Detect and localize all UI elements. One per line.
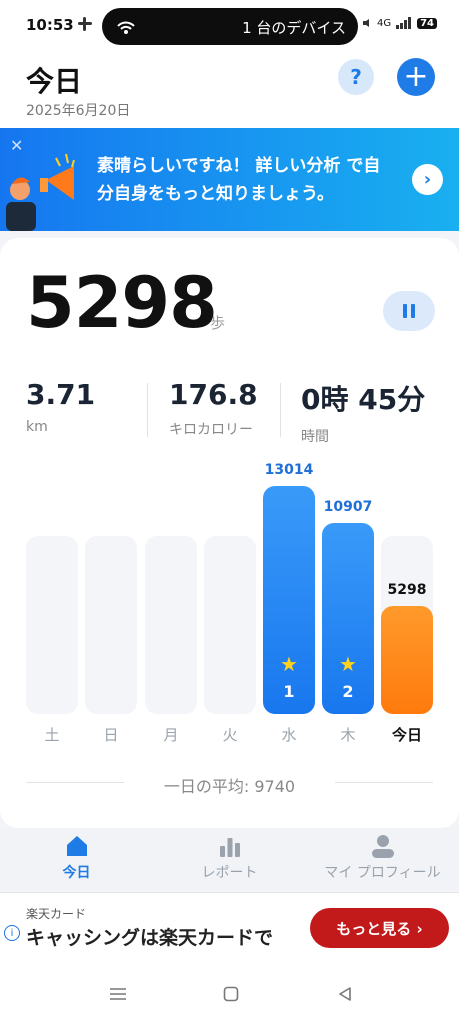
tab-report-label: レポート [201, 865, 258, 881]
network-label: 4G [376, 17, 392, 29]
page-title: 今日 [26, 65, 83, 98]
status-bar: 10:53 1 台のデバイス 4G 74 [0, 0, 459, 52]
chart-day-label: 日 [103, 726, 119, 744]
chart-day-label: 土 [44, 726, 60, 744]
home-icon [66, 836, 87, 856]
promo-banner[interactable]: ✕ 素晴らしいですね！ 詳しい分析 で自分自身をもっと知りましょう。 › [0, 128, 459, 231]
chart-rank-label: 2 [342, 682, 354, 701]
calories-value: 176.8 [169, 378, 258, 411]
header: 今日 2025年6月20日 ? + [0, 52, 459, 128]
steps-unit: 歩 [210, 314, 226, 332]
ad-brand: 楽天カード [26, 907, 87, 921]
tab-report[interactable]: レポート [153, 834, 306, 882]
pause-icon-bar [411, 304, 415, 318]
home-button-icon[interactable] [223, 986, 239, 1002]
island-text: 1 台のデバイス [242, 19, 346, 37]
chart-value-label: 10907 [323, 498, 373, 515]
banner-text: 素晴らしいですね！ 詳しい分析 で自分自身をもっと知りましょう。 [97, 156, 381, 204]
pause-button[interactable] [383, 291, 435, 331]
pause-icon [403, 304, 407, 318]
add-button[interactable]: + [397, 58, 435, 96]
divider [147, 383, 148, 437]
mute-icon [362, 19, 369, 27]
chart-bar-empty [26, 535, 78, 714]
info-icon[interactable]: i [4, 925, 20, 941]
distance-stat: 3.71 km [26, 378, 95, 435]
tab-profile[interactable]: マイ プロフィール [306, 834, 459, 882]
tab-today-label: 今日 [62, 865, 91, 881]
chart-value-label: 13014 [264, 462, 314, 478]
person-icon [371, 835, 394, 858]
chart-rank-label: 1 [283, 682, 295, 701]
system-nav-bar [0, 964, 459, 1024]
battery-icon: 74 [417, 17, 437, 29]
daily-average: 一日の平均: 9740 [163, 777, 296, 796]
time-stat: 0時 45分 時間 [301, 378, 425, 446]
chart-day-label: 月 [163, 726, 179, 744]
chart-bar-empty [204, 535, 256, 714]
divider [280, 383, 281, 437]
star-icon: ★ [339, 652, 357, 676]
ad-headline: キャッシングは楽天カードで [26, 927, 274, 949]
star-icon: ★ [280, 652, 298, 676]
chart-bar-empty [145, 535, 197, 714]
status-time: 10:53 [26, 16, 74, 34]
slack-icon [78, 17, 92, 31]
weekly-steps-chart: 土 日 月 火 13014 ★ 1 水 10907 ★ 2 木 5298 今日 [0, 458, 459, 758]
ad-banner[interactable]: i 楽天カード キャッシングは楽天カードで もっと見る › [0, 892, 459, 965]
chart-day-label: 火 [222, 726, 238, 744]
distance-label: km [26, 419, 48, 435]
calories-stat: 176.8 キロカロリー [169, 378, 258, 439]
page-date: 2025年6月20日 [26, 103, 131, 119]
chart-day-label: 水 [281, 726, 297, 744]
distance-value: 3.71 [26, 378, 96, 411]
time-label: 時間 [301, 429, 329, 445]
megaphone-person-illustration [6, 153, 75, 231]
recent-apps-icon[interactable] [109, 987, 127, 1001]
steps-count: 5298 [26, 262, 218, 344]
summary-card: 5298 歩 3.71 km 176.8 キロカロリー 0時 45分 時間 土 日… [0, 238, 459, 828]
bar-chart-icon [219, 838, 240, 857]
chart-value-label: 5298 [387, 582, 427, 598]
bottom-nav: 今日 レポート マイ プロフィール [0, 828, 459, 890]
signal-icon [396, 17, 412, 29]
help-button[interactable]: ? [338, 59, 374, 95]
chart-bar-today [381, 606, 433, 714]
ad-cta-button[interactable]: もっと見る › [310, 908, 449, 948]
chart-day-label: 木 [340, 726, 356, 744]
chart-bar-empty [85, 535, 137, 714]
time-value: 0時 45分 [301, 383, 426, 416]
calories-label: キロカロリー [169, 422, 253, 438]
chart-bar [263, 486, 315, 714]
dynamic-island[interactable]: 1 台のデバイス [102, 8, 358, 45]
status-indicators: 4G 74 [362, 17, 437, 29]
tab-today[interactable]: 今日 [0, 834, 153, 882]
chevron-right-icon[interactable]: › [412, 164, 443, 195]
wifi-devices-icon [117, 21, 135, 34]
chart-day-label: 今日 [391, 726, 422, 744]
back-icon[interactable] [337, 986, 353, 1002]
tab-profile-label: マイ プロフィール [324, 865, 441, 881]
